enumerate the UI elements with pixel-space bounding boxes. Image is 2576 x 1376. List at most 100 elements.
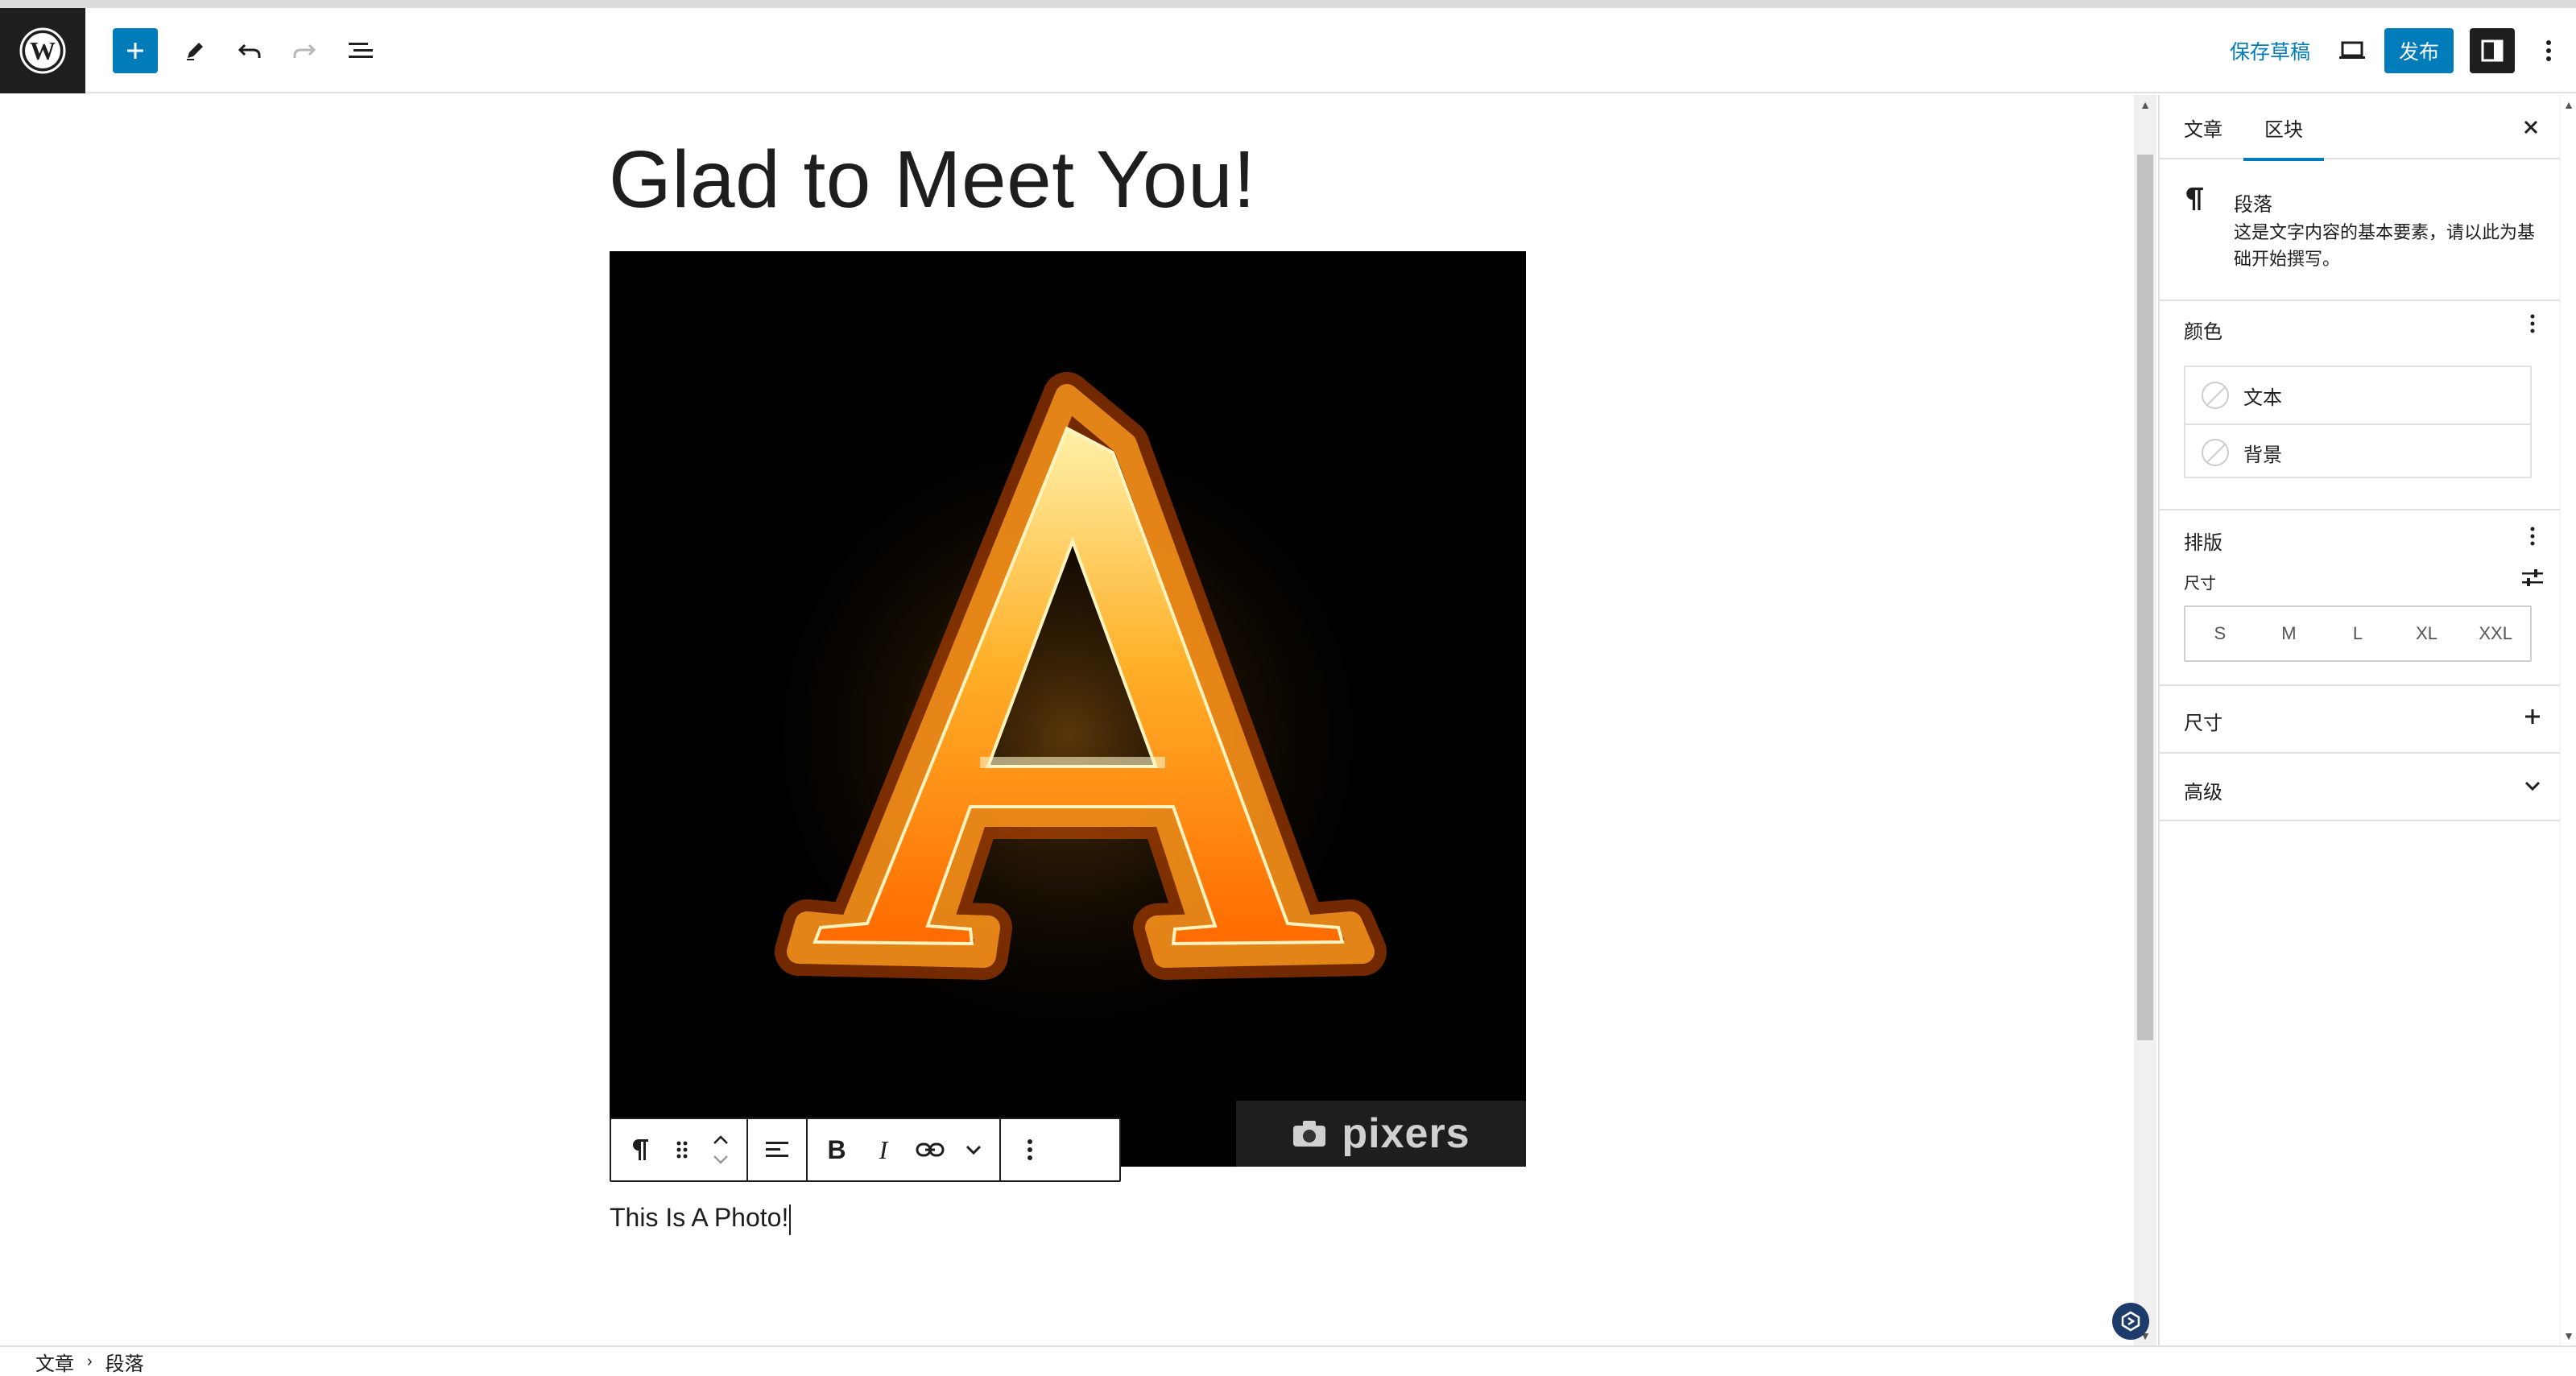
sidebar-tabs: 文章 区块	[2160, 95, 2562, 161]
scroll-up-arrow-icon[interactable]: ▲	[2137, 97, 2153, 113]
advanced-toggle-button[interactable]	[2516, 770, 2549, 802]
drag-handle-icon	[676, 1141, 688, 1159]
advanced-panel-title[interactable]: 高级	[2184, 776, 2222, 804]
camera-icon	[1293, 1121, 1326, 1147]
more-formatting-button[interactable]	[956, 1126, 991, 1174]
toolbar-group-format: B I	[808, 1119, 1001, 1180]
tab-post[interactable]: 文章	[2184, 95, 2222, 159]
redo-button[interactable]	[282, 23, 327, 79]
move-up-icon[interactable]	[712, 1134, 730, 1146]
text-color-option[interactable]: 文本	[2185, 367, 2530, 424]
bold-button[interactable]: B	[816, 1126, 858, 1174]
image-block[interactable]: pixers	[610, 251, 1526, 1167]
block-card: 段落 这是文字内容的基本要素，请以此为基础开始撰写。	[2160, 159, 2562, 301]
options-button[interactable]	[2533, 23, 2565, 79]
color-options: 文本 背景	[2184, 366, 2532, 478]
preview-button[interactable]	[2330, 23, 2375, 79]
toolbar-group-align	[748, 1119, 808, 1180]
size-option-xl[interactable]: XL	[2392, 607, 2462, 660]
tab-block[interactable]: 区块	[2243, 95, 2324, 161]
align-left-icon	[766, 1142, 788, 1157]
color-panel-options-button[interactable]	[2516, 308, 2549, 340]
tools-button[interactable]	[172, 23, 217, 79]
dimensions-panel-title: 尺寸	[2184, 713, 2222, 734]
chevron-down-icon	[965, 1145, 982, 1155]
move-down-icon[interactable]	[712, 1154, 730, 1165]
pilcrow-icon	[633, 1139, 648, 1160]
size-option-l[interactable]: L	[2323, 607, 2392, 660]
paragraph-type-button[interactable]	[619, 1126, 661, 1174]
breadcrumb-post[interactable]: 文章	[35, 1348, 74, 1376]
size-option-s[interactable]: S	[2185, 607, 2255, 660]
scroll-up-arrow-icon[interactable]: ▲	[2561, 97, 2576, 113]
sidebar-scrollbar[interactable]: ▲ ▼	[2560, 95, 2576, 1345]
toolbar-group-options	[1001, 1119, 1059, 1180]
breadcrumb-paragraph[interactable]: 段落	[105, 1348, 144, 1376]
svg-text:W: W	[30, 36, 56, 65]
canvas-scrollbar[interactable]: ▲ ▼	[2134, 95, 2156, 1345]
save-draft-button[interactable]: 保存草稿	[2230, 28, 2310, 73]
vertical-dots-icon	[1028, 1139, 1032, 1160]
chevron-right-icon: ›	[87, 1352, 93, 1370]
block-options-button[interactable]	[1009, 1126, 1051, 1174]
divider	[2160, 820, 2562, 821]
scroll-down-arrow-icon[interactable]: ▼	[2561, 1328, 2576, 1344]
paragraph-block[interactable]: This Is A Photo!	[610, 1203, 792, 1235]
pixers-watermark: pixers	[1236, 1101, 1526, 1167]
undo-button[interactable]	[227, 23, 272, 79]
background-color-option[interactable]: 背景	[2185, 424, 2530, 480]
assistant-helper-icon[interactable]	[2112, 1303, 2149, 1340]
text-caret	[789, 1204, 792, 1235]
sidebar-icon	[2481, 39, 2504, 62]
post-title[interactable]: Glad to Meet You!	[609, 134, 1256, 226]
font-size-label: 尺寸	[2184, 575, 2216, 593]
chevron-down-icon	[2524, 781, 2541, 791]
watermark-text: pixers	[1342, 1110, 1470, 1157]
plus-icon	[2525, 709, 2540, 724]
desktop-preview-icon	[2339, 41, 2365, 59]
add-block-button[interactable]	[113, 28, 158, 73]
plus-icon	[127, 43, 143, 59]
wordpress-logo-icon[interactable]: W	[0, 8, 85, 93]
block-name: 段落	[2234, 194, 2272, 216]
size-option-m[interactable]: M	[2255, 607, 2324, 660]
close-icon	[2524, 120, 2538, 134]
move-block-buttons[interactable]	[703, 1126, 738, 1174]
close-sidebar-button[interactable]	[2510, 106, 2552, 148]
canvas-scroll-thumb[interactable]	[2137, 155, 2153, 1040]
vertical-dots-icon	[2546, 40, 2551, 61]
typography-panel-title: 排版	[2184, 532, 2222, 554]
drag-handle-button[interactable]	[666, 1126, 698, 1174]
size-option-xxl[interactable]: XXL	[2461, 607, 2530, 660]
editor-header: W 保存草稿 发布	[0, 8, 2576, 93]
undo-icon	[238, 43, 261, 58]
font-size-picker: S M L XL XXL	[2184, 605, 2532, 662]
settings-sidebar: 文章 区块 段落 这是文字内容的基本要素，请以此为基础开始撰写。 颜色 文本 背…	[2158, 95, 2562, 1345]
add-dimension-button[interactable]	[2516, 700, 2549, 733]
toolbar-group-block	[611, 1119, 748, 1180]
empty-swatch-icon	[2202, 382, 2229, 409]
link-icon	[916, 1143, 945, 1157]
settings-sliders-icon	[2522, 569, 2543, 586]
settings-toggle-button[interactable]	[2470, 28, 2515, 73]
vertical-dots-icon	[2530, 314, 2535, 333]
color-panel-title: 颜色	[2184, 321, 2222, 343]
custom-size-button[interactable]	[2516, 562, 2549, 594]
pilcrow-icon	[2184, 185, 2205, 220]
paragraph-text: This Is A Photo!	[610, 1203, 789, 1232]
pencil-icon	[187, 43, 203, 60]
redo-icon	[293, 43, 316, 58]
text-color-label: 文本	[2243, 386, 2282, 409]
vertical-dots-icon	[2530, 527, 2535, 546]
divider	[2160, 684, 2562, 686]
publish-button[interactable]: 发布	[2384, 28, 2454, 73]
document-overview-button[interactable]	[338, 23, 383, 79]
italic-button[interactable]: I	[862, 1126, 904, 1174]
link-button[interactable]	[909, 1126, 951, 1174]
background-color-label: 背景	[2243, 444, 2282, 466]
block-toolbar: B I	[610, 1118, 1121, 1182]
align-text-button[interactable]	[756, 1126, 798, 1174]
list-view-icon	[349, 43, 373, 58]
browser-top-edge	[0, 0, 2576, 8]
typography-panel-options-button[interactable]	[2516, 520, 2549, 552]
